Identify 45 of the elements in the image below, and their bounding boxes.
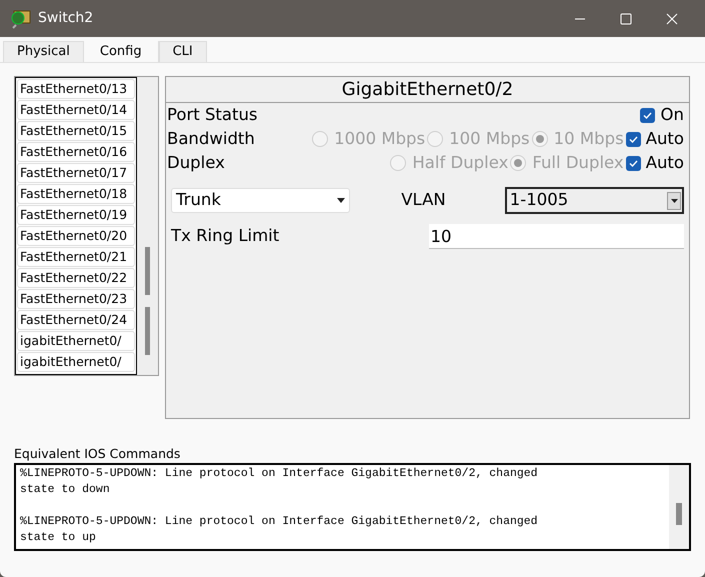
console-line: state to up bbox=[20, 530, 97, 546]
radio-label: Half Duplex bbox=[412, 152, 508, 174]
interface-item[interactable]: FastEthernet0/24 bbox=[17, 310, 135, 330]
field-label: Port Status bbox=[167, 104, 258, 126]
checkbox-label: Auto bbox=[646, 152, 684, 174]
interface-item[interactable]: FastEthernet0/20 bbox=[17, 226, 135, 246]
interface-item[interactable]: igabitEthernet0/ bbox=[17, 352, 135, 372]
tab[interactable]: Physical bbox=[3, 41, 84, 62]
console-line: %LINEPROTO-5-UPDOWN: Line protocol on Interface GigabitEthernet0/2, changed bbox=[20, 466, 539, 482]
maximize-icon bbox=[620, 12, 632, 24]
console-line: %LINEPROTO-5-UPDOWN: Line protocol on Interface GigabitEthernet0/2, changed bbox=[20, 514, 539, 530]
caret-icon bbox=[337, 198, 346, 203]
console-line: state to down bbox=[20, 482, 111, 498]
checkbox-label: Auto bbox=[646, 128, 684, 150]
checkbox-label: On bbox=[660, 104, 684, 126]
panel-title: GigabitEthernet0/2 bbox=[166, 77, 689, 103]
interface-item[interactable]: FastEthernet0/19 bbox=[17, 205, 135, 225]
radio-label: Full Duplex bbox=[532, 152, 624, 174]
tx-ring-limit-field[interactable]: 10 bbox=[428, 224, 684, 249]
interface-item[interactable]: FastEthernet0/15 bbox=[17, 121, 135, 141]
interface-item[interactable]: igabitEthernet0/ bbox=[17, 331, 135, 351]
interface-item[interactable]: FastEthernet0/17 bbox=[17, 163, 135, 183]
console-label: Equivalent IOS Commands bbox=[14, 447, 182, 461]
interface-item[interactable]: FastEthernet0/22 bbox=[17, 268, 135, 288]
vlan-dropdown[interactable]: 1-1005 bbox=[504, 187, 684, 214]
tab[interactable]: CLI bbox=[158, 41, 207, 62]
interface-item[interactable]: FastEthernet0/21 bbox=[17, 247, 135, 267]
mode-dropdown[interactable]: Trunk bbox=[171, 188, 350, 213]
field-label: Bandwidth bbox=[167, 128, 255, 150]
radio-label: 1000 Mbps bbox=[334, 128, 426, 150]
interface-item[interactable]: FastEthernet0/16 bbox=[17, 142, 135, 162]
interface-item[interactable]: FastEthernet0/14 bbox=[17, 100, 135, 120]
radio-label: 10 Mbps bbox=[554, 128, 624, 150]
field-label: Tx Ring Limit bbox=[171, 225, 280, 248]
console-scrollbar[interactable] bbox=[669, 465, 689, 549]
window-title: Switch2 bbox=[38, 9, 94, 28]
radio-label: 100 Mbps bbox=[449, 128, 530, 150]
interface-item[interactable]: FastEthernet0/23 bbox=[17, 289, 135, 309]
checkbox[interactable] bbox=[640, 108, 655, 122]
close-icon bbox=[666, 12, 678, 24]
interface-item[interactable]: FastEthernet0/18 bbox=[17, 184, 135, 204]
app-icon bbox=[10, 8, 32, 28]
field-label: VLAN bbox=[401, 189, 447, 212]
interface-item[interactable]: FastEthernet0/13 bbox=[17, 79, 135, 99]
field-label: Duplex bbox=[167, 152, 225, 174]
